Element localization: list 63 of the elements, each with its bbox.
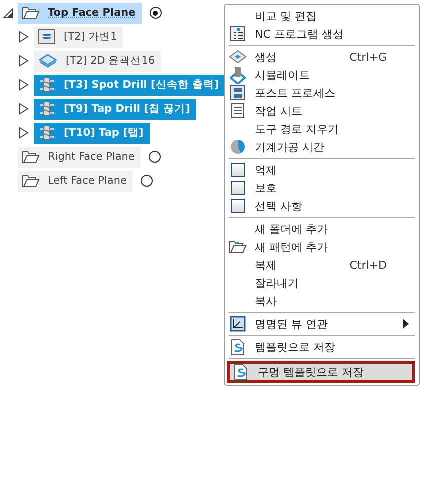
folder-icon (22, 150, 40, 164)
pie-chart-icon (230, 139, 246, 155)
menu-item[interactable]: 억제 (227, 161, 415, 179)
item-label: [T2] 가변1 (64, 30, 118, 44)
item-label: Top Face Plane (48, 7, 136, 19)
folder-icon (229, 240, 247, 254)
document-icon (231, 338, 245, 356)
tree-item[interactable]: Top Face Plane (18, 2, 142, 24)
menu-item[interactable]: 생성 Ctrl+G (227, 48, 415, 66)
menu-item[interactable]: 비교 및 편집 (227, 7, 415, 25)
menu-item[interactable]: 새 폴더에 추가 (227, 220, 415, 238)
shortcut-label: Ctrl+D (350, 258, 387, 272)
expand-arrow-icon[interactable] (18, 103, 30, 115)
checkbox[interactable] (231, 199, 245, 213)
tree-item[interactable]: Left Face Plane (18, 170, 133, 192)
expand-arrow-icon[interactable] (18, 31, 30, 43)
item-label: Right Face Plane (48, 151, 135, 163)
radio-button[interactable] (140, 175, 153, 187)
tree-item[interactable]: Right Face Plane (18, 146, 141, 168)
layer-icon (229, 50, 247, 64)
item-label: [T2] 2D 윤곽선16 (66, 54, 156, 68)
item-label: [T10] Tap [탭] (64, 126, 144, 140)
radio-button[interactable] (148, 151, 161, 163)
expand-arrow-icon[interactable] (18, 127, 30, 139)
menu-item[interactable]: 기계가공 시간 (227, 138, 415, 156)
menu-item[interactable]: 템플릿으로 저장 (227, 338, 415, 356)
menu-item[interactable]: 도구 경로 지우기 (227, 120, 415, 138)
sheet-icon (231, 103, 245, 119)
item-label: [T3] Spot Drill [신속한 출력] (64, 78, 220, 92)
drill-icon (38, 101, 56, 117)
layers-icon (38, 29, 56, 45)
view-icon (230, 316, 246, 332)
menu-item[interactable]: 잘라내기 (227, 274, 415, 292)
tree-item[interactable]: [T2] 2D 윤곽선16 (34, 50, 162, 72)
layers-icon (38, 54, 58, 68)
document-icon (234, 364, 248, 380)
menu-item[interactable]: 복제 Ctrl+D (227, 256, 415, 274)
menu-item[interactable]: 새 패턴에 추가 (227, 238, 415, 256)
expand-arrow-icon[interactable] (18, 79, 30, 91)
expand-arrow-icon[interactable] (18, 55, 30, 67)
menu-item[interactable]: 복사 (227, 292, 415, 310)
shortcut-label: Ctrl+G (350, 50, 387, 64)
menu-item[interactable]: 선택 사항 (227, 197, 415, 215)
folder-icon (22, 174, 40, 188)
menu-item[interactable]: 구멍 템플릿으로 저장 (227, 361, 415, 383)
folder-icon (22, 6, 40, 20)
checkbox[interactable] (231, 163, 245, 177)
drill-icon (38, 125, 56, 141)
menu-item[interactable]: 작업 시트 (227, 102, 415, 120)
menu-item[interactable]: 시뮬레이트 (227, 66, 415, 84)
list-icon (230, 26, 246, 42)
item-label: Left Face Plane (48, 175, 127, 187)
menu-item[interactable]: 포스트 프로세스 (227, 84, 415, 102)
menu-item[interactable]: NC 프로그램 생성 (227, 25, 415, 43)
drill-icon (38, 77, 56, 93)
collapse-arrow-icon[interactable] (2, 7, 14, 19)
radio-button[interactable] (150, 7, 162, 19)
checkbox[interactable] (231, 181, 245, 195)
simulate-icon (230, 66, 246, 84)
menu-item[interactable]: 보호 (227, 179, 415, 197)
menu-item[interactable]: 명명된 뷰 연관 (227, 315, 415, 333)
tree-item[interactable]: [T2] 가변1 (34, 26, 124, 48)
item-label: [T9] Tap Drill [칩 끊기] (64, 102, 190, 116)
